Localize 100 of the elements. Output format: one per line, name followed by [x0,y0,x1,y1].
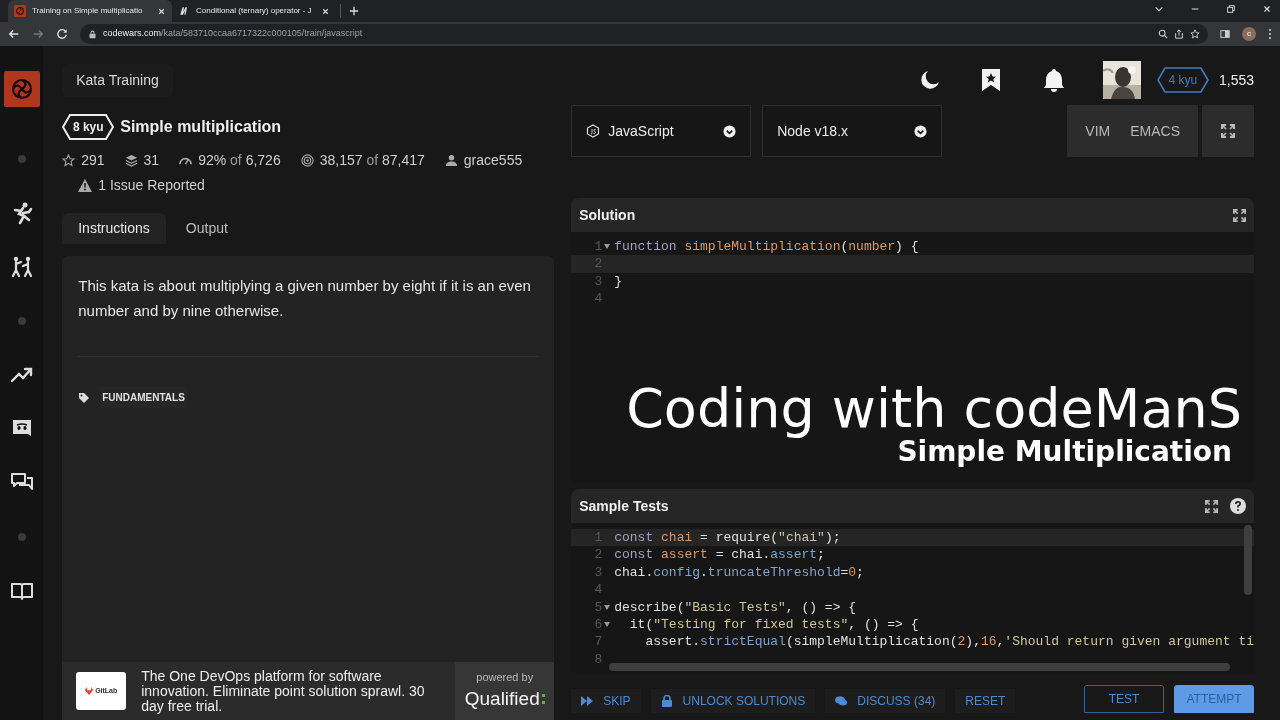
close-icon[interactable] [157,6,166,16]
help-icon[interactable] [1230,498,1246,514]
line-number: 4 [594,290,603,308]
close-icon[interactable] [1262,4,1272,14]
overlay-title: Coding with codeManS [626,382,1242,436]
close-icon[interactable] [321,6,330,16]
line-number: 2 [594,546,603,564]
profile-avatar[interactable]: c [1242,27,1256,41]
action-button[interactable]: SKIP [571,689,641,713]
bell-icon[interactable] [1042,68,1065,92]
code-line: function simpleMultiplication(number) { [614,238,919,256]
stat-value: 38,157 of 87,417 [319,151,425,170]
stat-value: grace555 [463,151,523,170]
lock-icon [660,695,673,707]
logo-icon[interactable] [3,71,40,107]
expand-icon [1221,124,1235,138]
action-button[interactable]: DISCUSS (34) [825,689,946,713]
stat-value: 92% of 6,726 [198,151,281,170]
share-icon[interactable] [1174,29,1184,39]
star-icon [62,154,76,167]
line-number: 3 [594,272,603,291]
overlay-subtitle: Simple Multiplication [897,438,1232,466]
chevron-circle-icon [914,124,928,138]
line-number: 7 [594,633,603,651]
dots-icon [541,692,545,707]
stat-value: 291 [81,151,105,170]
submit-button[interactable]: TEST [1084,685,1164,713]
chevron-circle-icon [723,124,737,138]
rank-label: 4 kyu [1167,72,1199,89]
panel-title: Solution [579,205,637,225]
warning-icon [78,179,93,192]
code-line: chai.config.truncateThreshold=0; [614,563,864,582]
code-line: const assert = chai.assert; [614,546,825,564]
line-number: 5 [594,598,603,616]
section-title: Kata Training [62,63,173,97]
url-text: codewars.com/kata/583710ccaa6717322c000105/train/javascript [103,27,363,41]
bookmark-star-icon[interactable] [980,68,1001,92]
line-number: 1 [594,238,603,256]
letter-m-icon [178,5,190,17]
line-number: 8 [594,650,603,669]
reload-icon[interactable] [56,28,68,40]
dropdown[interactable]: Node v18.x [762,105,943,157]
lock-icon [88,29,97,39]
tag-icon [78,391,91,404]
rank-badge [62,114,115,140]
fox-icon [85,687,94,695]
qualified-logo[interactable]: Qualified [464,685,545,714]
vertical-scrollbar[interactable] [1244,525,1252,595]
tab[interactable]: Instructions [62,213,166,244]
kata-title: Simple multiplication [120,117,282,137]
tab[interactable]: Output [169,213,244,244]
more-icon[interactable] [1268,28,1272,40]
code-line: assert.strictEqual(simpleMultiplication(2),16,'Should return given argument ti [644,633,1254,651]
star-icon[interactable] [1190,29,1200,39]
code-line: } [614,272,623,291]
browser-tab[interactable]: Training on Simple multiplicatio [8,0,172,22]
back-icon[interactable] [8,28,20,40]
fast-forward-icon [581,695,594,707]
fold-caret-icon[interactable] [604,244,611,250]
dropdown[interactable]: JavaScript [571,105,752,157]
powered-by-text: powered by [476,669,534,685]
fold-caret-icon[interactable] [604,604,611,610]
panel-title: Sample Tests [579,496,670,516]
zoom-icon[interactable] [1158,29,1168,39]
sparring-figures-icon[interactable] [9,255,34,279]
new-tab-icon[interactable] [349,6,359,16]
mode-button[interactable]: EMACS [1122,120,1188,142]
rank-label: 8 kyu [72,119,104,136]
ad-text[interactable]: The One DevOps platform for software innovation. Eliminate point solution sprawl. 30 day free trial. [141,668,442,714]
rank-badge [1156,67,1209,93]
side-panel-icon[interactable] [1220,29,1230,39]
chevron-down-icon[interactable] [1154,4,1164,14]
action-button[interactable]: UNLOCK SOLUTIONS [650,689,816,713]
action-button[interactable]: RESET [955,689,1016,713]
logo-icon [14,5,26,17]
fold-caret-icon[interactable] [604,622,611,628]
code-line: describe("Basic Tests", () => { [614,598,857,616]
comments-icon [835,695,848,707]
stat-value: 31 [143,151,160,170]
user-icon [444,154,458,167]
fullscreen-button[interactable] [1202,105,1254,157]
hexagon-js-icon [586,124,601,138]
honor-score: 1,553 [1218,70,1254,90]
restore-icon[interactable] [1226,4,1236,14]
target-icon [300,154,314,167]
code-line: const chai = require("chai"); [614,529,841,547]
description-text: This kata is about multiplying a given number by eight if it is an even number and by nine otherwise. [78,273,539,357]
layers-icon [124,154,138,167]
line-number: 3 [594,563,603,582]
expand-icon[interactable] [1233,208,1246,222]
address-bar[interactable]: codewars.com/kata/583710ccaa6717322c000105/train/javascript [80,24,1208,44]
code-line: it("Testing for fixed tests", () => { [628,615,919,634]
forward-icon[interactable] [32,28,44,40]
line-number: 6 [594,615,603,634]
moon-icon[interactable] [918,69,941,91]
issue-link[interactable]: 1 Issue Reported [98,175,205,196]
expand-icon[interactable] [1205,499,1218,513]
horizontal-scrollbar[interactable] [609,663,1230,671]
line-number: 4 [594,581,603,599]
mode-button[interactable]: VIM [1077,120,1119,142]
